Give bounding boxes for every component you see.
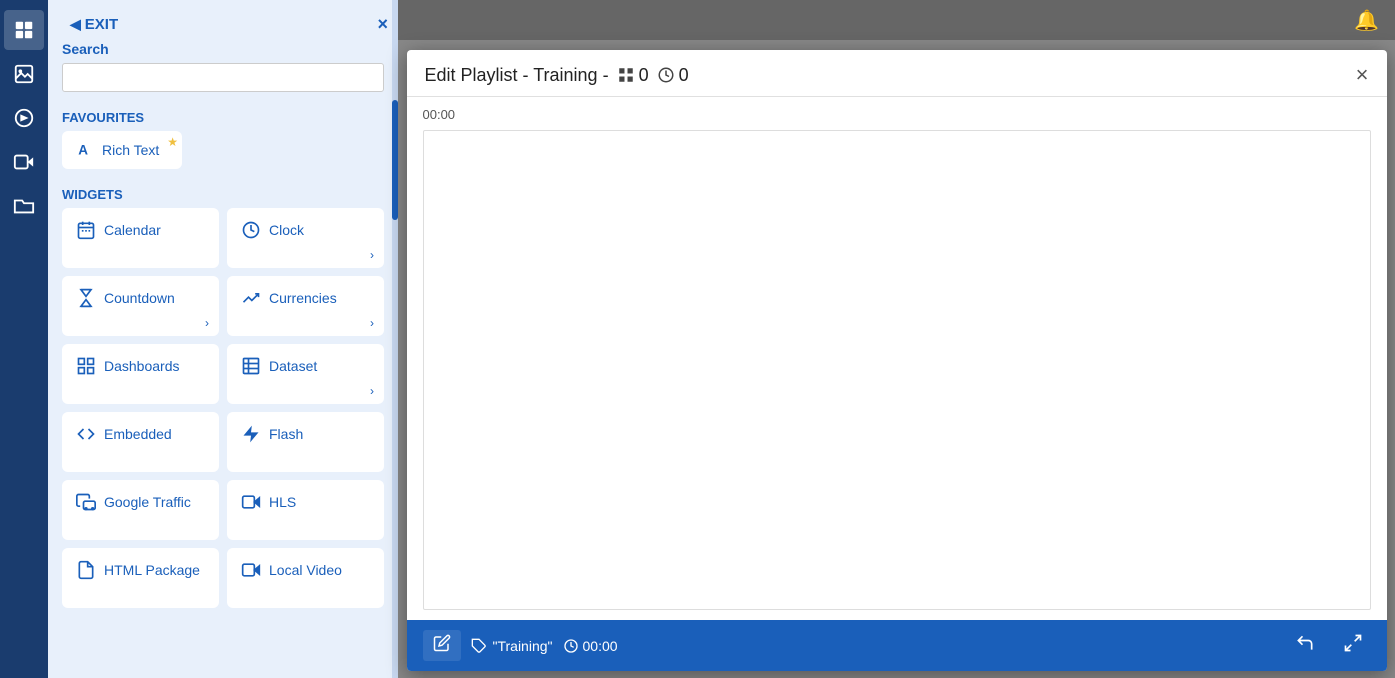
main-area: 🔔 sync test Edit Playlist - Training - 0 [398, 0, 1395, 678]
close-panel-button[interactable]: × [377, 14, 388, 35]
footer-expand-button[interactable] [1335, 631, 1371, 660]
flash-icon [241, 424, 261, 444]
footer-edit-icon[interactable] [423, 630, 461, 661]
widget-html-package[interactable]: HTML Package [62, 548, 219, 608]
modal-footer: "Training" 00:00 [407, 620, 1387, 671]
modal-title: Edit Playlist - Training - 0 0 [425, 65, 689, 86]
widget-hls[interactable]: HLS [227, 480, 384, 540]
search-label: Search [62, 41, 384, 57]
exit-label: EXIT [85, 16, 118, 33]
modal-title-text: Edit Playlist - Training - [425, 65, 609, 86]
widget-countdown-label: Countdown [104, 290, 175, 306]
sidebar-folder-icon[interactable] [4, 186, 44, 226]
footer-actions [1287, 631, 1371, 660]
sidebar-grid-icon[interactable] [4, 10, 44, 50]
widget-flash[interactable]: Flash [227, 412, 384, 472]
html-package-icon [76, 560, 96, 580]
widget-embedded[interactable]: Embedded [62, 412, 219, 472]
rich-text-icon: A [76, 141, 94, 159]
clock-chevron-icon: › [370, 248, 374, 262]
sidebar-audio-icon[interactable] [4, 98, 44, 138]
icon-sidebar [0, 0, 48, 678]
widget-embedded-label: Embedded [104, 426, 172, 442]
widget-local-video[interactable]: Local Video [227, 548, 384, 608]
footer-tag: "Training" [471, 638, 553, 654]
hls-icon [241, 492, 261, 512]
modal-header: Edit Playlist - Training - 0 0 [407, 50, 1387, 97]
dataset-icon [241, 356, 261, 376]
clock-icon [241, 220, 261, 240]
widget-panel: ◀ EXIT × Search FAVOURITES ★ A Rich Text… [48, 0, 398, 678]
calendar-icon [76, 220, 96, 240]
footer-time: 00:00 [563, 638, 618, 654]
timeline-time: 00:00 [423, 107, 1371, 122]
svg-text:A: A [78, 143, 88, 158]
widget-dashboards-label: Dashboards [104, 358, 180, 374]
widget-calendar[interactable]: Calendar [62, 208, 219, 268]
currencies-icon [241, 288, 261, 308]
favourite-rich-text[interactable]: ★ A Rich Text [62, 131, 182, 169]
local-video-icon [241, 560, 261, 580]
dataset-chevron-icon: › [370, 384, 374, 398]
modal-time-count: 0 [679, 65, 689, 86]
modal-overlay: Edit Playlist - Training - 0 0 [398, 40, 1395, 678]
embedded-icon [76, 424, 96, 444]
modal-body: 00:00 [407, 97, 1387, 620]
widget-hls-label: HLS [269, 494, 296, 510]
widget-clock-label: Clock [269, 222, 304, 238]
footer-tag-label: "Training" [493, 638, 553, 654]
countdown-icon [76, 288, 96, 308]
widget-dataset[interactable]: Dataset › [227, 344, 384, 404]
widget-flash-label: Flash [269, 426, 303, 442]
widget-dataset-label: Dataset [269, 358, 317, 374]
modal-grid-icon: 0 [617, 65, 649, 86]
favourites-label: FAVOURITES [48, 102, 398, 131]
exit-button[interactable]: ◀ EXIT [58, 8, 130, 41]
google-traffic-icon [76, 492, 96, 512]
main-topbar: 🔔 [398, 0, 1395, 40]
widget-local-video-label: Local Video [269, 562, 342, 578]
widget-currencies[interactable]: Currencies › [227, 276, 384, 336]
modal-grid-count: 0 [639, 65, 649, 86]
notification-bell-icon[interactable]: 🔔 [1354, 8, 1379, 33]
modal-close-button[interactable]: × [1356, 64, 1369, 86]
edit-playlist-modal: Edit Playlist - Training - 0 0 [407, 50, 1387, 671]
footer-clock-icon [563, 638, 579, 654]
currencies-chevron-icon: › [370, 316, 374, 330]
modal-clock-icon: 0 [657, 65, 689, 86]
widget-dashboards[interactable]: Dashboards [62, 344, 219, 404]
search-input[interactable] [62, 63, 384, 92]
sidebar-image-icon[interactable] [4, 54, 44, 94]
countdown-chevron-icon: › [205, 316, 209, 330]
widgets-label: WIDGETS [48, 179, 398, 208]
sidebar-video-icon[interactable] [4, 142, 44, 182]
footer-time-label: 00:00 [583, 638, 618, 654]
timeline-area[interactable] [423, 130, 1371, 610]
widgets-grid: Calendar Clock › [62, 208, 384, 608]
widget-calendar-label: Calendar [104, 222, 161, 238]
footer-undo-button[interactable] [1287, 631, 1323, 660]
favourite-star-icon: ★ [167, 135, 178, 149]
widget-html-package-label: HTML Package [104, 562, 200, 578]
widget-currencies-label: Currencies [269, 290, 337, 306]
tag-icon [471, 638, 487, 654]
widgets-section: Calendar Clock › [48, 208, 398, 608]
widget-google-traffic-label: Google Traffic [104, 494, 191, 510]
widget-google-traffic[interactable]: Google Traffic [62, 480, 219, 540]
favourite-rich-text-label: Rich Text [102, 142, 159, 158]
search-section: Search [48, 41, 398, 102]
widget-clock[interactable]: Clock › [227, 208, 384, 268]
widget-countdown[interactable]: Countdown › [62, 276, 219, 336]
favourites-section: ★ A Rich Text [48, 131, 398, 169]
dashboards-icon [76, 356, 96, 376]
